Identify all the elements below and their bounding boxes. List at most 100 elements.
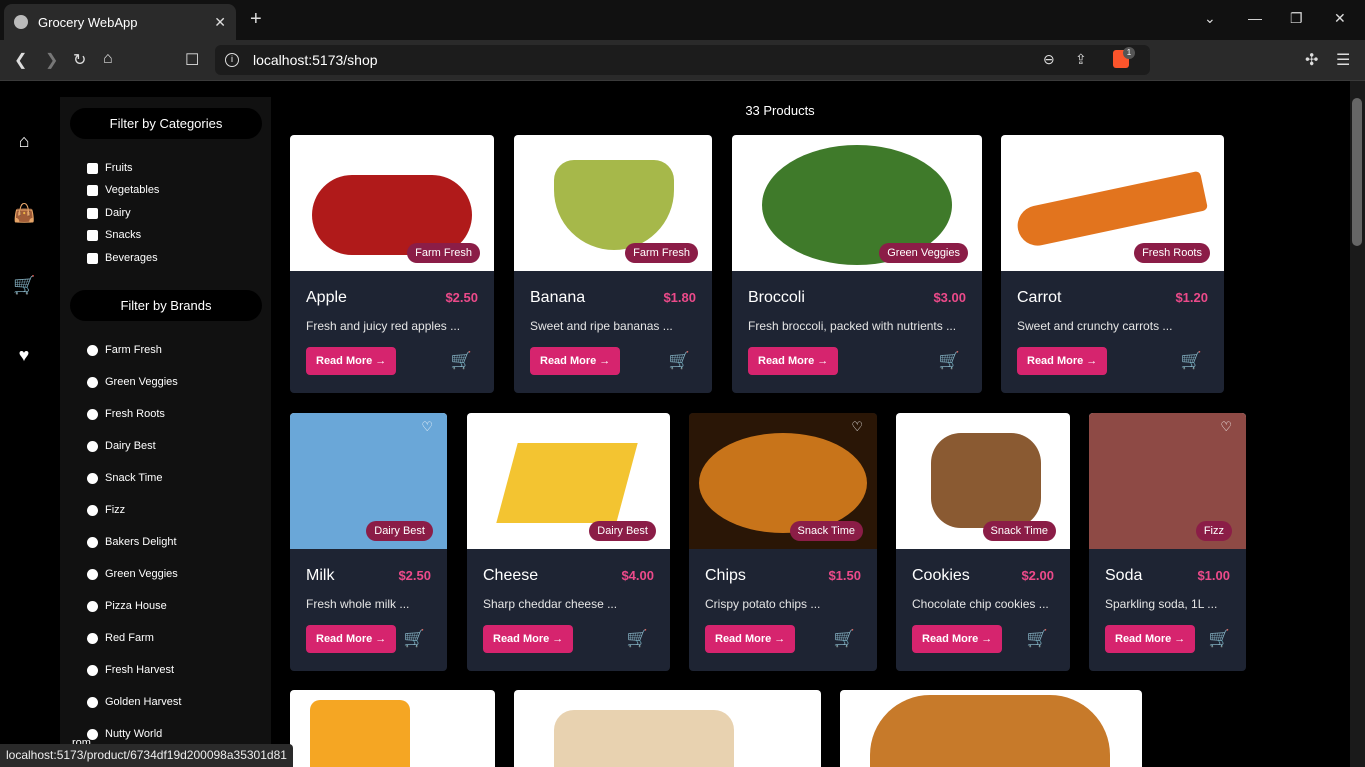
back-icon[interactable]: ❮ [14, 50, 27, 70]
menu-icon[interactable]: ☰ [1336, 50, 1350, 70]
category-option[interactable]: Snacks [87, 229, 141, 241]
wishlist-heart-icon[interactable]: ♡ [1220, 419, 1232, 435]
radio[interactable] [87, 344, 98, 356]
brand-option[interactable]: Farm Fresh [87, 344, 162, 356]
brand-option[interactable]: Nutty World [87, 728, 162, 740]
scrollbar-thumb[interactable] [1352, 98, 1362, 246]
product-card[interactable] [514, 690, 821, 767]
address-bar[interactable]: i localhost:5173/shop ⊖ ⇪ 1 [215, 45, 1150, 75]
add-to-cart-icon[interactable]: 🛒 [1181, 351, 1202, 371]
radio[interactable] [87, 472, 98, 484]
bookmark-icon[interactable]: ☐ [185, 50, 199, 70]
site-info-icon[interactable]: i [225, 53, 239, 67]
zoom-icon[interactable]: ⊖ [1043, 51, 1055, 68]
forward-icon[interactable]: ❯ [45, 50, 58, 70]
radio[interactable] [87, 440, 98, 452]
product-card[interactable]: ♡ Dairy Best Milk $2.50 Fresh whole milk… [290, 413, 447, 671]
product-card[interactable]: Fresh Roots Carrot $1.20 Sweet and crunc… [1001, 135, 1224, 393]
read-more-button[interactable]: Read More → [306, 625, 397, 653]
browser-tab[interactable]: Grocery WebApp ✕ [4, 4, 236, 40]
radio[interactable] [87, 632, 98, 644]
category-option[interactable]: Dairy [87, 207, 131, 219]
cheese-shape [496, 443, 638, 523]
wishlist-heart-icon[interactable]: ♡ [421, 419, 433, 435]
brand-option[interactable]: Fresh Roots [87, 408, 165, 420]
brand-option[interactable]: Dairy Best [87, 440, 156, 452]
close-window-icon[interactable]: ✕ [1334, 10, 1346, 27]
radio[interactable] [87, 376, 98, 388]
heart-icon[interactable]: ♥ [13, 345, 35, 367]
product-card[interactable]: Green Veggies Broccoli $3.00 Fresh brocc… [732, 135, 982, 393]
category-option[interactable]: Beverages [87, 252, 158, 264]
croissant-shape [870, 695, 1110, 767]
add-to-cart-icon[interactable]: 🛒 [834, 629, 855, 649]
add-to-cart-icon[interactable]: 🛒 [451, 351, 472, 371]
product-name: Soda [1105, 567, 1143, 584]
radio[interactable] [87, 696, 98, 708]
checkbox[interactable] [87, 252, 98, 264]
share-icon[interactable]: ⇪ [1075, 51, 1087, 68]
read-more-button[interactable]: Read More → [705, 625, 796, 653]
add-to-cart-icon[interactable]: 🛒 [404, 629, 425, 649]
product-name: Carrot [1017, 289, 1062, 306]
wishlist-heart-icon[interactable]: ♡ [851, 419, 863, 435]
read-more-button[interactable]: Read More → [748, 347, 839, 375]
read-more-button[interactable]: Read More → [1017, 347, 1108, 375]
home-icon[interactable]: ⌂ [13, 131, 35, 153]
brand-option[interactable]: Pizza House [87, 600, 167, 612]
checkbox[interactable] [87, 184, 98, 196]
product-price: $1.80 [663, 290, 696, 305]
product-card[interactable]: Farm Fresh Apple $2.50 Fresh and juicy r… [290, 135, 494, 393]
extensions-icon[interactable]: ✣ [1305, 50, 1318, 70]
add-to-cart-icon[interactable]: 🛒 [1027, 629, 1048, 649]
checkbox[interactable] [87, 162, 98, 174]
tab-list-icon[interactable]: ⌄ [1204, 10, 1216, 27]
read-more-button[interactable]: Read More → [530, 347, 621, 375]
checkbox[interactable] [87, 207, 98, 219]
radio[interactable] [87, 504, 98, 516]
new-tab-icon[interactable]: + [250, 8, 262, 31]
category-option[interactable]: Vegetables [87, 184, 159, 196]
product-card[interactable]: ♡ Fizz Soda $1.00 Sparkling soda, 1L ...… [1089, 413, 1246, 671]
add-to-cart-icon[interactable]: 🛒 [627, 629, 648, 649]
brand-option[interactable]: Snack Time [87, 472, 162, 484]
read-more-button[interactable]: Read More → [1105, 625, 1196, 653]
brand-option[interactable]: Fizz [87, 504, 125, 516]
product-card[interactable] [290, 690, 495, 767]
home-browser-icon[interactable]: ⌂ [103, 50, 113, 68]
add-to-cart-icon[interactable]: 🛒 [1209, 629, 1230, 649]
add-to-cart-icon[interactable]: 🛒 [669, 351, 690, 371]
restore-icon[interactable]: ❐ [1290, 10, 1303, 27]
checkbox[interactable] [87, 229, 98, 241]
close-tab-icon[interactable]: ✕ [214, 14, 226, 31]
radio[interactable] [87, 408, 98, 420]
product-card[interactable]: Snack Time Cookies $2.00 Chocolate chip … [896, 413, 1070, 671]
brand-option[interactable]: Golden Harvest [87, 696, 181, 708]
brand-option[interactable]: Green Veggies [87, 376, 178, 388]
read-more-button[interactable]: Read More → [912, 625, 1003, 653]
minimize-icon[interactable]: — [1248, 10, 1262, 26]
product-card[interactable] [840, 690, 1142, 767]
category-option[interactable]: Fruits [87, 162, 133, 174]
read-more-button[interactable]: Read More → [306, 347, 397, 375]
read-more-button[interactable]: Read More → [483, 625, 574, 653]
cart-icon[interactable]: 🛒 [13, 275, 35, 297]
add-to-cart-icon[interactable]: 🛒 [939, 351, 960, 371]
brand-option[interactable]: Bakers Delight [87, 536, 177, 548]
radio[interactable] [87, 536, 98, 548]
product-card[interactable]: ♡ Snack Time Chips $1.50 Crispy potato c… [689, 413, 877, 671]
brand-option[interactable]: Fresh Harvest [87, 664, 174, 676]
radio[interactable] [87, 664, 98, 676]
product-card[interactable]: Farm Fresh Banana $1.80 Sweet and ripe b… [514, 135, 712, 393]
reload-icon[interactable]: ↻ [73, 50, 86, 70]
bag-icon[interactable]: 👜 [13, 203, 35, 225]
chips-shape [699, 433, 867, 533]
radio[interactable] [87, 600, 98, 612]
product-name: Cookies [912, 567, 970, 584]
brand-option[interactable]: Green Veggies [87, 568, 178, 580]
product-desc: Sweet and ripe bananas ... [530, 319, 673, 333]
brand-option[interactable]: Red Farm [87, 632, 154, 644]
radio[interactable] [87, 568, 98, 580]
product-card[interactable]: Dairy Best Cheese $4.00 Sharp cheddar ch… [467, 413, 670, 671]
brands-title: Filter by Brands [70, 290, 262, 321]
